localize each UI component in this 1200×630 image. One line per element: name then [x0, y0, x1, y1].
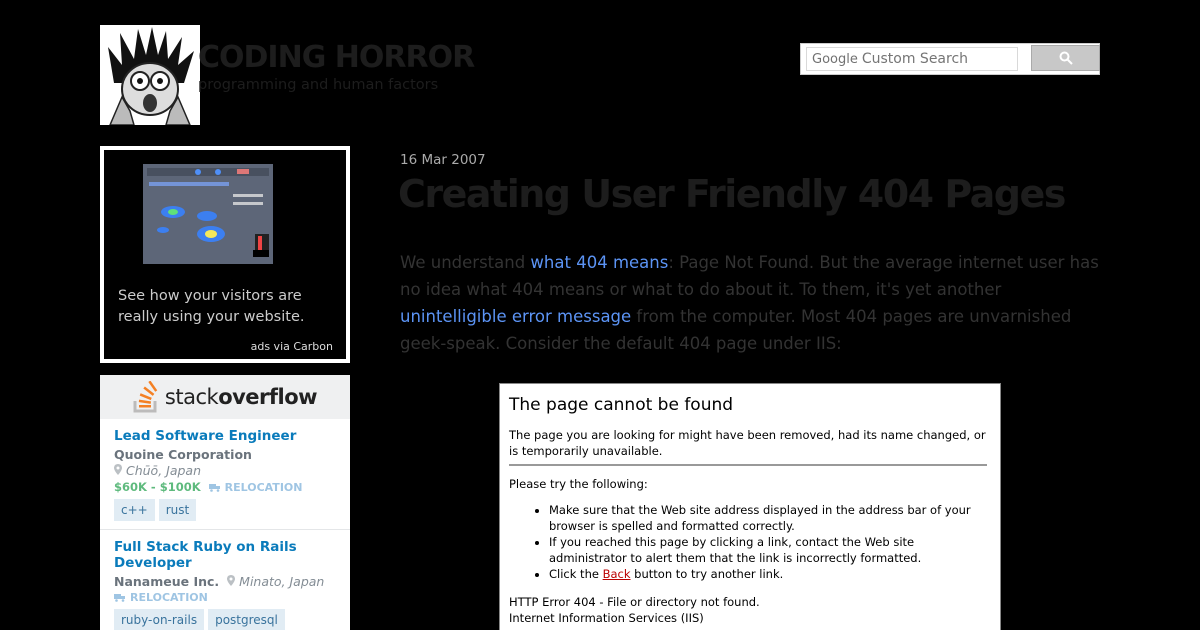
iis-divider: [509, 464, 987, 466]
ad-text[interactable]: See how your visitors are really using y…: [118, 286, 328, 328]
iis-error-text: HTTP Error 404 - File or directory not f…: [509, 594, 760, 626]
iis-try-label: Please try the following:: [509, 477, 648, 491]
job-location: Minato, Japan: [227, 574, 324, 589]
job-location: Chūō, Japan: [114, 463, 336, 478]
job-tag[interactable]: postgresql: [208, 609, 285, 630]
stackoverflow-header[interactable]: stackoverflow: [100, 375, 350, 419]
truck-icon: [114, 594, 125, 602]
iis-heading: The page cannot be found: [509, 395, 734, 415]
job-title[interactable]: Full Stack Ruby on Rails Developer: [114, 539, 336, 571]
site-title[interactable]: CODING HORROR: [198, 40, 475, 75]
carbon-ad[interactable]: See how your visitors are really using y…: [100, 146, 350, 363]
stackoverflow-jobs: stackoverflow Lead Software Engineer Quo…: [100, 375, 350, 630]
job-tags: c++ rust: [114, 499, 336, 521]
job-title[interactable]: Lead Software Engineer: [114, 428, 336, 444]
link-unintelligible-error-message[interactable]: unintelligible error message: [400, 307, 631, 326]
job-listing[interactable]: Full Stack Ruby on Rails Developer Nanam…: [100, 530, 350, 630]
job-meta: RELOCATION: [114, 591, 336, 604]
job-tag[interactable]: ruby-on-rails: [114, 609, 205, 630]
location-pin-icon: [114, 464, 122, 475]
post-date[interactable]: 16 Mar 2007: [400, 152, 486, 168]
site-logo[interactable]: [100, 25, 200, 125]
post-title[interactable]: Creating User Friendly 404 Pages: [398, 172, 1158, 216]
stackoverflow-wordmark: stackoverflow: [164, 385, 318, 409]
relocation-badge: RELOCATION: [208, 481, 302, 494]
job-company: Nanameue Inc.: [114, 574, 220, 589]
iis-server-line: Internet Information Services (IIS): [509, 611, 704, 625]
iis-suggestions: Make sure that the Web site address disp…: [549, 502, 989, 582]
list-item: Click the Back button to try another lin…: [549, 566, 989, 582]
search-box: Google Custom Search: [800, 43, 1100, 75]
truck-icon: [208, 483, 220, 492]
search-input[interactable]: Google Custom Search: [806, 47, 1018, 71]
ad-image[interactable]: [143, 164, 273, 264]
iis-back-link: Back: [602, 567, 631, 581]
job-tags: ruby-on-rails postgresql: [114, 609, 336, 630]
link-what-404-means[interactable]: what 404 means: [530, 253, 668, 272]
heatmap-thumbnail-icon: [143, 164, 273, 264]
iis-404-screenshot: The page cannot be found The page you ar…: [499, 383, 1001, 630]
search-icon: [1059, 51, 1073, 65]
list-item: Make sure that the Web site address disp…: [549, 502, 989, 534]
job-company: Quoine Corporation: [114, 447, 252, 462]
job-meta: $60K - $100K RELOCATION: [114, 480, 336, 494]
search-button[interactable]: [1031, 45, 1100, 71]
list-item: If you reached this page by clicking a l…: [549, 534, 989, 566]
iis-intro: The page you are looking for might have …: [509, 428, 986, 458]
site-tagline: programming and human factors: [198, 77, 439, 93]
iis-error-line: HTTP Error 404 - File or directory not f…: [509, 595, 760, 609]
relocation-badge: RELOCATION: [114, 591, 208, 604]
page: CODING HORROR programming and human fact…: [0, 0, 1200, 630]
search-placeholder: Custom Search: [861, 51, 969, 67]
stackoverflow-logo-icon: [133, 381, 158, 413]
job-company-row: Nanameue Inc. Minato, Japan: [114, 574, 336, 589]
job-tag[interactable]: rust: [158, 499, 197, 521]
job-listing[interactable]: Lead Software Engineer Quoine Corporatio…: [100, 419, 350, 530]
job-tag[interactable]: c++: [114, 499, 155, 521]
post-paragraph: We understand what 404 means: Page Not F…: [400, 253, 1099, 353]
location-pin-icon: [227, 575, 236, 586]
horror-face-icon: [100, 25, 200, 125]
google-brand: Google: [812, 52, 858, 67]
job-salary: $60K - $100K: [114, 480, 201, 494]
ad-via-carbon[interactable]: ads via Carbon: [251, 340, 333, 353]
